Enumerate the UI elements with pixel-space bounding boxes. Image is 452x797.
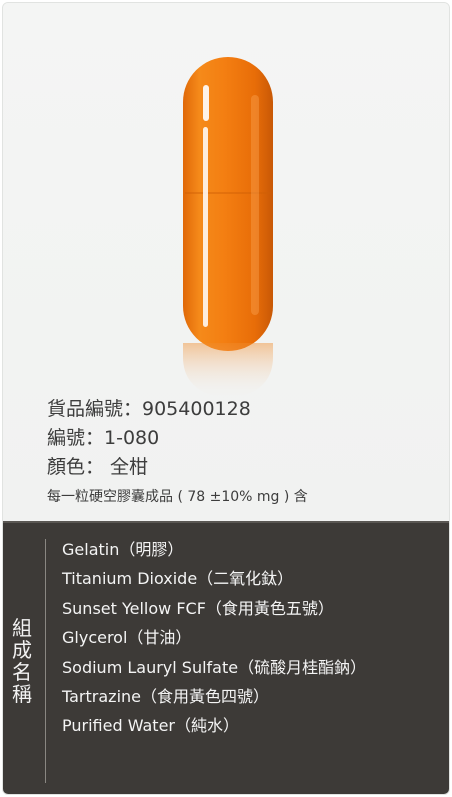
product-info: 貨品編號：905400128 編號：1-080 顏色： 全柑 每一粒硬空膠囊成品… xyxy=(47,395,308,508)
capsule-image xyxy=(181,55,275,355)
ingredient-item: Titanium Dioxide（二氧化鈦） xyxy=(62,569,294,589)
ingredient-item: Purified Water（純水） xyxy=(62,716,239,736)
product-code: 編號：1-080 xyxy=(47,427,160,449)
composition-title: 組 成 名 稱 xyxy=(7,617,37,705)
divider xyxy=(45,539,46,783)
capsule-reflection xyxy=(181,343,275,403)
ingredient-item: Gelatin（明膠） xyxy=(62,540,184,559)
product-image-area: 貨品編號：905400128 編號：1-080 顏色： 全柑 每一粒硬空膠囊成品… xyxy=(3,3,449,521)
ingredient-item: Glycerol（甘油） xyxy=(62,628,192,648)
title-char: 名 xyxy=(12,660,32,684)
ingredient-item: Tartrazine（食用黃色四號） xyxy=(62,687,269,707)
product-color: 顏色： 全柑 xyxy=(47,456,149,478)
composition-panel: 組 成 名 稱 Gelatin（明膠） Titanium Dioxide（二氧化… xyxy=(3,521,449,794)
capsule-weight-note: 每一粒硬空膠囊成品 ( 78 ±10% mg ) 含 xyxy=(47,489,308,505)
title-char: 組 xyxy=(12,616,32,640)
title-char: 成 xyxy=(12,638,32,662)
title-char: 稱 xyxy=(12,682,32,706)
ingredient-item: Sunset Yellow FCF（食用黃色五號） xyxy=(62,598,334,618)
product-card: 貨品編號：905400128 編號：1-080 顏色： 全柑 每一粒硬空膠囊成品… xyxy=(2,2,450,795)
ingredient-item: Sodium Lauryl Sulfate（硫酸月桂酯鈉） xyxy=(62,657,367,677)
ingredient-list: Gelatin（明膠） Titanium Dioxide（二氧化鈦） Sunse… xyxy=(62,535,366,741)
item-number: 貨品編號：905400128 xyxy=(47,398,251,420)
